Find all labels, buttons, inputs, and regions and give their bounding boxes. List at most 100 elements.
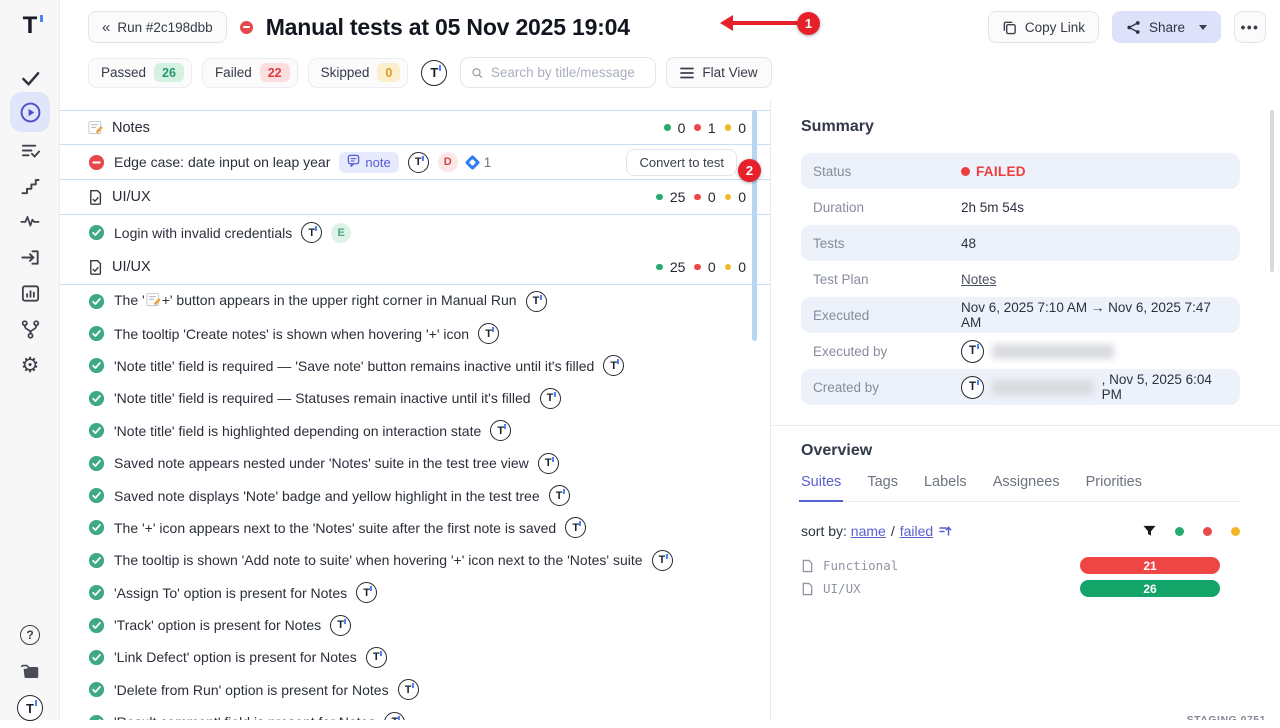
filter-passed[interactable]: Passed 26 <box>88 58 192 88</box>
label-badge-e[interactable]: E <box>331 223 351 243</box>
summary-row-executed-by: Executed byT <box>801 333 1240 369</box>
tester-avatar[interactable]: T <box>366 647 387 668</box>
tab-priorities[interactable]: Priorities <box>1086 474 1142 501</box>
summary-label: Tests <box>813 236 961 251</box>
sidebar-item-runs[interactable] <box>10 92 50 132</box>
passed-status-icon <box>88 390 105 407</box>
sidebar-item-projects[interactable] <box>10 652 50 692</box>
tester-avatar[interactable]: T <box>652 550 673 571</box>
test-row[interactable]: Edge case: date input on leap yearnoteTD… <box>60 145 770 180</box>
memo-icon <box>88 120 103 135</box>
settings-gear-icon: ⚙ <box>21 355 40 376</box>
sort-by-label: sort by: <box>801 523 847 539</box>
test-title: 'Note title' field is required — 'Save n… <box>114 358 594 374</box>
back-to-run-button[interactable]: « Run #2c198dbb <box>88 11 227 43</box>
tester-avatar[interactable]: T <box>330 615 351 636</box>
tester-avatar[interactable]: T <box>356 582 377 603</box>
summary-label: Duration <box>813 200 961 215</box>
legend-passed-dot[interactable] <box>1175 527 1184 536</box>
sidebar-item-help[interactable]: ? <box>10 615 50 655</box>
tester-avatar[interactable]: T <box>478 323 499 344</box>
test-row[interactable]: 'Delete from Run' option is present for … <box>60 674 770 706</box>
tester-avatar[interactable]: T <box>408 152 429 173</box>
overview-tabs: Suites Tags Labels Assignees Priorities <box>801 474 1240 502</box>
tester-avatar[interactable]: T <box>490 420 511 441</box>
suite-row[interactable]: UI/UX2500 <box>60 180 770 215</box>
tab-tags[interactable]: Tags <box>867 474 898 501</box>
legend-failed-dot[interactable] <box>1203 527 1212 536</box>
filter-skipped[interactable]: Skipped 0 <box>308 58 409 88</box>
search-icon <box>471 66 483 80</box>
tester-avatar[interactable]: T <box>398 679 419 700</box>
test-row[interactable]: The tooltip is shown 'Add note to suite'… <box>60 544 770 576</box>
overview-suite-row[interactable]: UI/UX26 <box>801 577 1240 600</box>
tester-avatar[interactable]: T <box>603 355 624 376</box>
more-menu-button[interactable]: ••• <box>1234 11 1266 43</box>
sidebar-item-test-plans[interactable] <box>10 130 50 170</box>
overview-suite-name: UI/UX <box>823 581 861 596</box>
suite-title: UI/UX <box>112 189 151 205</box>
tab-suites[interactable]: Suites <box>801 474 841 501</box>
test-row[interactable]: Login with invalid credentialsTE <box>60 215 770 250</box>
test-row[interactable]: The '+' icon appears next to the 'Notes'… <box>60 512 770 544</box>
list-scrollbar[interactable] <box>752 110 757 341</box>
sidebar-item-import[interactable] <box>10 237 50 277</box>
tester-avatar[interactable]: T <box>549 485 570 506</box>
app-logo[interactable]: T <box>10 6 50 46</box>
test-row[interactable]: 'Note title' field is required — 'Save n… <box>60 350 770 382</box>
filter-funnel-icon[interactable] <box>1143 525 1156 538</box>
summary-table: StatusFAILEDDuration2h 5m 54sTests48Test… <box>801 153 1240 405</box>
tester-avatar[interactable]: T <box>301 222 322 243</box>
test-title: The '+' button appears in the upper righ… <box>114 292 517 310</box>
search-input[interactable] <box>491 65 646 80</box>
sort-ascending-icon[interactable] <box>938 524 952 538</box>
tester-avatar[interactable]: T <box>540 388 561 409</box>
test-plan-link[interactable]: Notes <box>961 272 996 287</box>
assignee-filter-avatar[interactable]: T <box>421 60 447 86</box>
flat-view-button[interactable]: Flat View <box>666 57 771 88</box>
test-row[interactable]: Saved note displays 'Note' badge and yel… <box>60 479 770 511</box>
test-row[interactable]: Saved note appears nested under 'Notes' … <box>60 447 770 479</box>
overview-suite-row[interactable]: Functional21 <box>801 554 1240 577</box>
passed-status-icon <box>88 519 105 536</box>
test-row[interactable]: The tooltip 'Create notes' is shown when… <box>60 317 770 349</box>
filter-failed[interactable]: Failed 22 <box>202 58 298 88</box>
sidebar-item-account[interactable]: T <box>10 688 50 728</box>
sort-by-name-link[interactable]: name <box>851 523 886 539</box>
suite-skipped-count: 0 <box>738 120 746 136</box>
test-row[interactable]: The '+' button appears in the upper righ… <box>60 285 770 317</box>
suite-row[interactable]: UI/UX2500 <box>60 250 770 285</box>
convert-to-test-button[interactable]: Convert to test <box>626 149 737 176</box>
copy-link-button[interactable]: Copy Link <box>988 11 1099 43</box>
tester-avatar[interactable]: T <box>384 712 405 720</box>
back-button-label: Run #2c198dbb <box>117 20 212 35</box>
label-badge-d[interactable]: D <box>438 152 458 172</box>
test-title: 'Link Defect' option is present for Note… <box>114 649 357 665</box>
tab-labels[interactable]: Labels <box>924 474 967 501</box>
panel-scrollbar[interactable] <box>1270 110 1274 272</box>
passed-status-icon <box>88 649 105 666</box>
sort-by-failed-link[interactable]: failed <box>900 523 933 539</box>
test-row[interactable]: 'Track' option is present for NotesT <box>60 609 770 641</box>
share-button[interactable]: Share <box>1112 11 1221 43</box>
tester-avatar[interactable]: T <box>565 517 586 538</box>
failed-dot <box>694 194 701 201</box>
sidebar-item-branches[interactable] <box>10 309 50 349</box>
legend-skipped-dot[interactable] <box>1231 527 1240 536</box>
sidebar-item-analytics[interactable] <box>10 201 50 241</box>
test-row[interactable]: 'Result comment' field is present for No… <box>60 706 770 720</box>
suite-row[interactable]: Notes010 <box>60 110 770 145</box>
test-row[interactable]: 'Note title' field is required — Statuse… <box>60 382 770 414</box>
flat-view-label: Flat View <box>702 65 757 80</box>
tab-assignees[interactable]: Assignees <box>993 474 1060 501</box>
test-row[interactable]: 'Link Defect' option is present for Note… <box>60 641 770 673</box>
sidebar-item-reports[interactable] <box>10 273 50 313</box>
sidebar-item-steps[interactable] <box>10 166 50 206</box>
test-row[interactable]: 'Note title' field is highlighted depend… <box>60 415 770 447</box>
linked-issue[interactable]: 1 <box>467 155 492 170</box>
sidebar-item-settings[interactable]: ⚙ <box>10 345 50 385</box>
test-row[interactable]: 'Assign To' option is present for NotesT <box>60 577 770 609</box>
reports-chart-icon <box>20 283 41 304</box>
tester-avatar[interactable]: T <box>538 453 559 474</box>
tester-avatar[interactable]: T <box>526 291 547 312</box>
